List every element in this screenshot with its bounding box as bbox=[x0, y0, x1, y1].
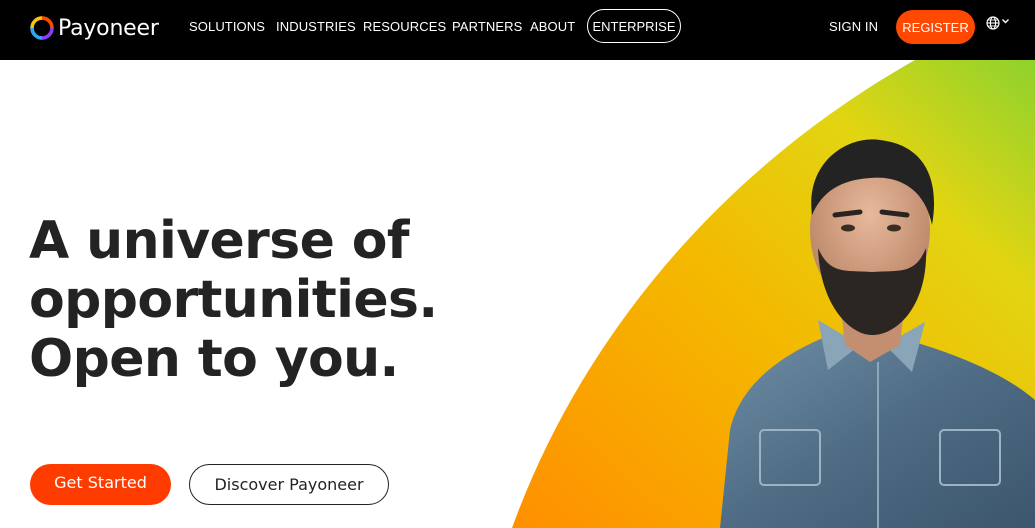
headline-line-2: opportunities. bbox=[29, 270, 438, 330]
discover-payoneer-button[interactable]: Discover Payoneer bbox=[189, 464, 389, 505]
nav-industries[interactable]: INDUSTRIES bbox=[276, 19, 356, 34]
sign-in-link[interactable]: SIGN IN bbox=[829, 19, 878, 34]
nav-partners[interactable]: PARTNERS bbox=[452, 19, 522, 34]
register-button[interactable]: REGISTER bbox=[896, 10, 975, 44]
chevron-down-icon bbox=[1002, 19, 1009, 24]
payoneer-logo[interactable]: Payoneer bbox=[29, 14, 159, 42]
nav-resources[interactable]: RESOURCES bbox=[363, 19, 446, 34]
language-selector[interactable] bbox=[986, 16, 1010, 30]
globe-icon bbox=[986, 16, 1000, 30]
hero-man-photo bbox=[720, 139, 1035, 528]
payoneer-ring-icon bbox=[30, 16, 54, 40]
brand-name: Payoneer bbox=[58, 15, 159, 41]
headline-line-1: A universe of bbox=[29, 211, 409, 271]
headline-line-3: Open to you. bbox=[29, 329, 399, 389]
top-navigation-bar: Payoneer SOLUTIONS INDUSTRIES RESOURCES … bbox=[0, 0, 1035, 60]
nav-about[interactable]: ABOUT bbox=[530, 19, 575, 34]
hero-headline: A universe of opportunities. Open to you… bbox=[29, 212, 438, 389]
enterprise-button[interactable]: ENTERPRISE bbox=[587, 9, 681, 43]
nav-solutions[interactable]: SOLUTIONS bbox=[189, 19, 265, 34]
get-started-button[interactable]: Get Started bbox=[30, 464, 171, 505]
